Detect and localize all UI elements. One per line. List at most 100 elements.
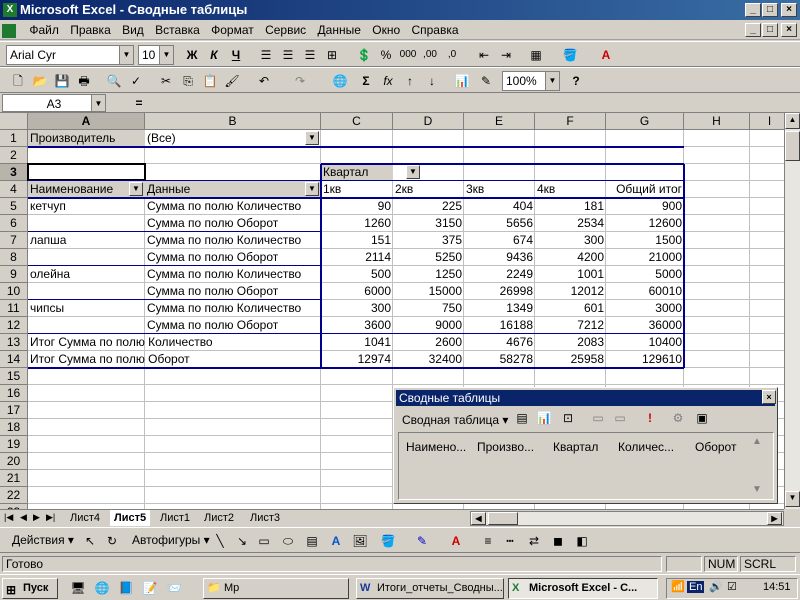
quicklaunch-desktop-icon[interactable]: 🖥 [68,578,88,598]
cut-icon[interactable]: ✂ [156,71,176,91]
pivot-col-header[interactable]: 2кв [393,181,464,198]
close-button[interactable]: × [781,3,797,17]
row-header-14[interactable]: 14 [0,351,28,368]
tray-network-icon[interactable]: 📶 [671,580,685,593]
pivot-value-cell[interactable]: 900 [606,198,684,215]
column-header-d[interactable]: D [393,113,464,130]
row-header-20[interactable]: 20 [0,453,28,470]
tray-volume-icon[interactable]: 🔊 [709,580,723,593]
arrow-style-icon[interactable]: ⇄ [524,531,544,551]
help-button[interactable]: ? [566,71,586,91]
task-excel[interactable]: X Microsoft Excel - С... [508,578,658,599]
workbook-icon[interactable] [0,20,22,40]
row-header-12[interactable]: 12 [0,317,28,334]
pivot-value-cell[interactable]: 9000 [393,317,464,334]
free-rotate-icon[interactable]: ↻ [102,531,122,551]
scroll-down-icon[interactable]: ▼ [785,491,800,507]
select-all-corner[interactable] [0,113,28,130]
pivot-chart-icon[interactable]: 📊 [534,408,554,428]
drawing-icon[interactable]: ✎ [476,71,496,91]
row-header-9[interactable]: 9 [0,266,28,283]
undo-icon[interactable]: ↶ [254,71,274,91]
column-header-i[interactable]: I [750,113,784,130]
column-header-f[interactable]: F [535,113,606,130]
pivot-field-quantity[interactable]: Количес... [618,440,674,454]
row-header-1[interactable]: 1 [0,130,28,147]
actions-menu-button[interactable]: Действия ▾ [12,533,74,547]
clipart-icon[interactable]: 🖼 [350,531,370,551]
pivot-grand-total-label[interactable]: Итог Сумма по полю Количество [28,334,321,351]
bold-button[interactable]: Ж [182,45,202,65]
pivot-value-cell[interactable]: 5656 [464,215,535,232]
pivot-value-cell[interactable]: 3600 [321,317,393,334]
row-header-10[interactable]: 10 [0,283,28,300]
pivot-value-cell[interactable]: 1250 [393,266,464,283]
3d-icon[interactable]: ◧ [572,531,592,551]
pivot-value-cell[interactable]: 1500 [606,232,684,249]
pivot-value-cell[interactable]: 5250 [393,249,464,266]
pivot-value-cell[interactable]: 16188 [464,317,535,334]
menu-view[interactable]: Вид [118,20,148,40]
column-header-c[interactable]: C [321,113,393,130]
quicklaunch-outlook-icon[interactable]: 📨 [164,578,184,598]
pivot-row-item-0[interactable]: кетчуп [28,198,145,215]
start-button[interactable]: ⊞ Пуск [2,578,58,599]
textbox-icon[interactable]: ▤ [302,531,322,551]
menu-help[interactable]: Справка [407,20,462,40]
row-header-2[interactable]: 2 [0,147,28,164]
dash-style-icon[interactable]: ┅ [500,531,520,551]
row-header-5[interactable]: 5 [0,198,28,215]
fill-color-icon[interactable]: 🪣 [560,45,580,65]
pivot-value-cell[interactable]: 601 [535,300,606,317]
pivot-value-cell[interactable]: 4200 [535,249,606,266]
percent-button[interactable]: % [376,45,396,65]
pivot-value-cell[interactable]: 2249 [464,266,535,283]
new-icon[interactable]: 🗋 [8,71,28,91]
wordart-icon[interactable]: A [326,531,346,551]
pivot-value-cell[interactable]: 500 [321,266,393,283]
row-header-15[interactable]: 15 [0,368,28,385]
row-header-21[interactable]: 21 [0,470,28,487]
autosum-button[interactable]: Σ [356,71,376,91]
draw-fill-color-icon[interactable]: 🪣 [378,531,398,551]
row-header-3[interactable]: 3 [0,164,28,181]
line-icon[interactable]: ╲ [210,531,230,551]
pivot-grand-total-cell[interactable]: 2083 [535,334,606,351]
row-field-dropdown-icon[interactable]: ▼ [129,182,143,196]
pivot-row-item-2[interactable]: олейна [28,266,145,283]
column-field-dropdown-icon[interactable]: ▼ [406,165,420,179]
pivot-toolbar-close-button[interactable]: × [762,390,776,404]
select-objects-icon[interactable]: ↖ [80,531,100,551]
pivot-value-cell[interactable]: 375 [393,232,464,249]
pivot-grand-total-cell[interactable]: 25958 [535,351,606,368]
doc-restore-button[interactable]: □ [762,23,778,37]
draw-font-color-icon[interactable]: A [446,531,466,551]
pivot-value-cell[interactable]: 2114 [321,249,393,266]
sheet-tab-3[interactable]: Лист2 [200,510,238,526]
pivot-value-cell[interactable]: 7212 [535,317,606,334]
align-right-icon[interactable]: ☰ [300,45,320,65]
row-header-7[interactable]: 7 [0,232,28,249]
pivot-value-cell[interactable]: 181 [535,198,606,215]
row-header-19[interactable]: 19 [0,436,28,453]
vertical-scrollbar[interactable]: ▲ ▼ [784,113,800,509]
quicklaunch-book-icon[interactable]: 📘 [116,578,136,598]
rectangle-icon[interactable]: ▭ [254,531,274,551]
pivot-col-header[interactable]: 4кв [535,181,606,198]
pivot-format-report-icon[interactable]: ▤ [512,408,532,428]
column-header-e[interactable]: E [464,113,535,130]
print-preview-icon[interactable]: 🔍 [104,71,124,91]
pivot-value-cell[interactable]: 90 [321,198,393,215]
sort-desc-icon[interactable]: ↓ [422,71,442,91]
save-icon[interactable]: 💾 [52,71,72,91]
pivot-field-settings-icon[interactable]: ⚙ [668,408,688,428]
pivot-value-cell[interactable]: 12012 [535,283,606,300]
name-box[interactable]: A3 ▼ [2,94,106,112]
pivot-col-header[interactable]: 1кв [321,181,393,198]
pivot-value-cell[interactable]: 3150 [393,215,464,232]
line-style-icon[interactable]: ≡ [478,531,498,551]
pivot-col-header[interactable]: 3кв [464,181,535,198]
hyperlink-icon[interactable]: 🌐 [330,71,350,91]
task-mp-folder[interactable]: 📁 Mp [203,578,349,599]
increase-indent-icon[interactable]: ⇥ [496,45,516,65]
